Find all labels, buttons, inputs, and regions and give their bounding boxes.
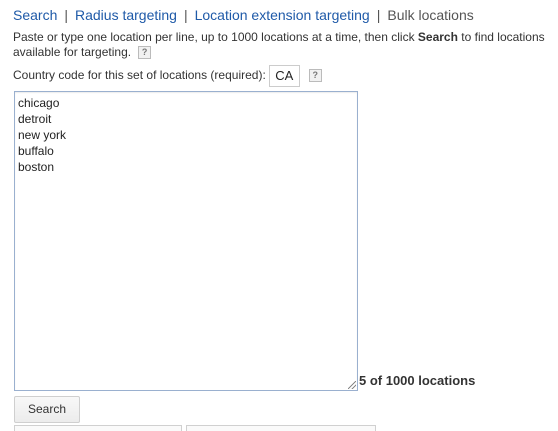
results-panel-left — [14, 425, 182, 431]
instructions-text: Paste or type one location per line, up … — [13, 30, 553, 60]
country-code-row: Country code for this set of locations (… — [13, 64, 322, 87]
tab-bulk-locations: Bulk locations — [387, 7, 474, 23]
tab-separator: | — [183, 7, 188, 23]
resize-grip-icon[interactable] — [348, 381, 356, 389]
location-line: new york — [18, 128, 67, 142]
locations-textarea[interactable]: chicago detroit new york buffalo boston — [14, 91, 358, 391]
bulk-locations-panel: Search | Radius targeting | Location extensi… — [0, 0, 558, 431]
country-code-input[interactable]: CA — [268, 64, 300, 87]
country-help-icon[interactable]: ? — [308, 69, 322, 82]
location-count: 5 of 1000 locations — [359, 373, 476, 388]
instructions-search-emphasis: Search — [417, 30, 458, 44]
location-line: detroit — [18, 112, 52, 126]
tab-separator: | — [64, 7, 68, 23]
instructions-part-1: Paste or type one location per line, up … — [13, 30, 418, 44]
location-line: buffalo — [18, 144, 54, 158]
tab-location-extension-targeting[interactable]: Location extension targeting — [195, 7, 370, 23]
search-button[interactable]: Search — [14, 396, 80, 423]
results-panel-right — [186, 425, 376, 431]
tab-search[interactable]: Search — [13, 7, 57, 23]
help-icon[interactable]: ? — [138, 46, 152, 59]
location-line: chicago — [18, 96, 60, 110]
tab-separator: | — [376, 7, 381, 23]
targeting-tabs: Search | Radius targeting | Location extensi… — [13, 6, 474, 24]
tab-radius-targeting[interactable]: Radius targeting — [75, 7, 177, 23]
location-line: boston — [18, 160, 55, 174]
country-code-label: Country code for this set of locations (… — [13, 68, 266, 82]
